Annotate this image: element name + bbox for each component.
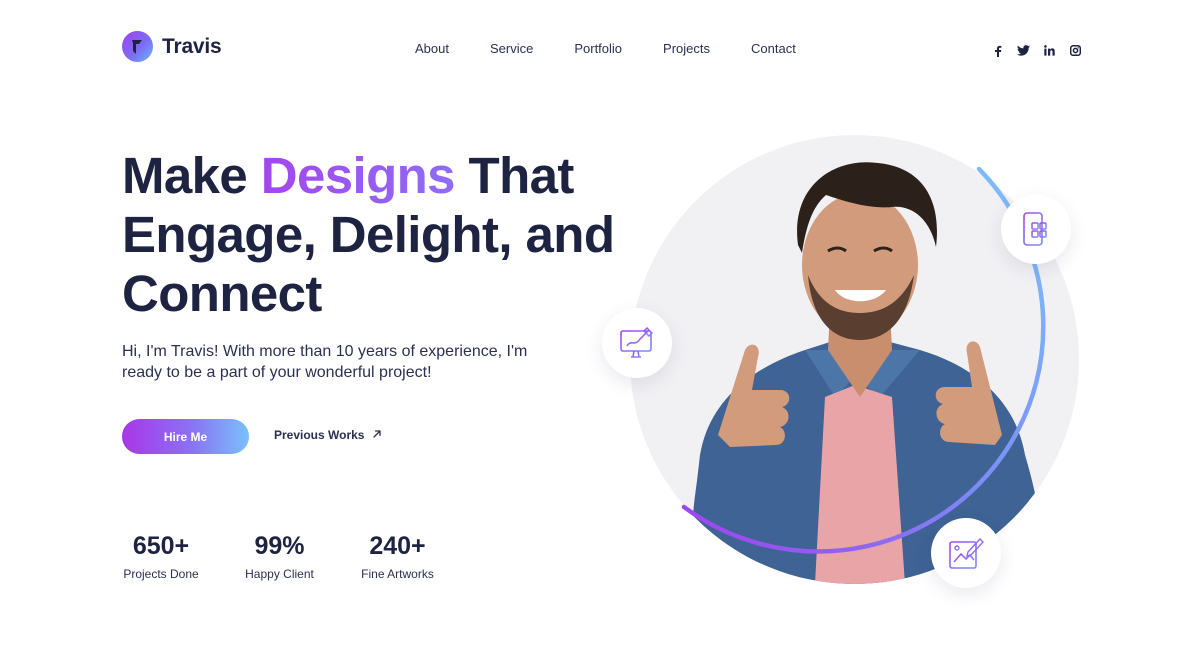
previous-works-link[interactable]: Previous Works xyxy=(274,428,382,442)
nav-item-service[interactable]: Service xyxy=(490,40,533,57)
stat-label: Projects Done xyxy=(123,567,199,581)
logo-mark-icon xyxy=(122,31,153,62)
stat-projects-done: 650+ Projects Done xyxy=(122,531,200,581)
stat-happy-client: 99% Happy Client xyxy=(243,531,316,581)
previous-works-label: Previous Works xyxy=(274,428,365,442)
web-design-icon xyxy=(620,327,653,358)
brand-logo[interactable]: Travis xyxy=(122,31,222,62)
nav-item-about[interactable]: About xyxy=(415,40,449,57)
web-design-badge xyxy=(602,308,672,378)
headline-part-1: Make xyxy=(122,147,261,204)
main-nav: About Service Portfolio Projects Contact xyxy=(415,40,796,57)
nav-item-projects[interactable]: Projects xyxy=(663,40,710,57)
facebook-icon[interactable] xyxy=(991,44,1004,57)
nav-item-contact[interactable]: Contact xyxy=(751,40,796,57)
mobile-app-icon xyxy=(1023,212,1047,246)
hire-me-button[interactable]: Hire Me xyxy=(122,419,249,454)
headline-accent: Designs xyxy=(260,147,456,204)
nav-item-portfolio[interactable]: Portfolio xyxy=(574,40,622,57)
graphic-design-icon xyxy=(949,537,984,569)
arrow-up-right-icon xyxy=(372,428,382,442)
stat-label: Happy Client xyxy=(245,567,314,581)
stat-value: 650+ xyxy=(132,532,190,560)
stat-value: 240+ xyxy=(369,532,426,560)
stat-fine-artworks: 240+ Fine Artworks xyxy=(360,531,435,581)
twitter-icon[interactable] xyxy=(1017,44,1030,57)
stat-value: 99% xyxy=(254,532,305,560)
social-links xyxy=(991,44,1082,57)
brand-name: Travis xyxy=(162,34,222,58)
instagram-icon[interactable] xyxy=(1069,44,1082,57)
graphic-design-badge xyxy=(931,518,1001,588)
stat-label: Fine Artworks xyxy=(361,567,434,581)
mobile-app-badge xyxy=(1001,194,1071,264)
linkedin-icon[interactable] xyxy=(1043,44,1056,57)
hero-intro: Hi, I'm Travis! With more than 10 years … xyxy=(122,343,528,381)
hero-headline: Make Designs That Engage, Delight, and C… xyxy=(122,146,622,323)
